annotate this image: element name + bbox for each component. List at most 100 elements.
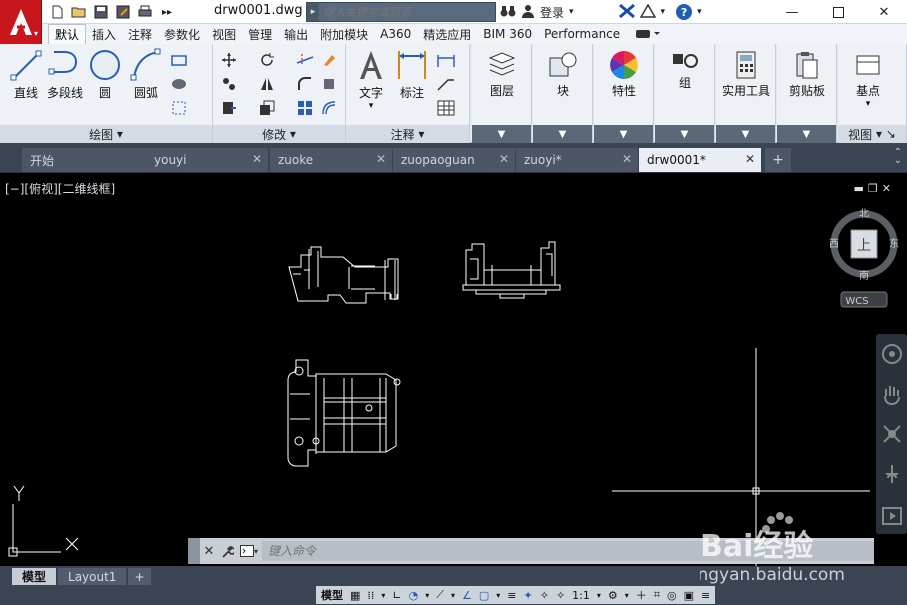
dropdown-icon[interactable]: ▾ (595, 587, 603, 603)
dimension-button[interactable]: 标注 (394, 48, 430, 101)
close-icon[interactable]: ✕ (200, 541, 218, 561)
line-button[interactable]: 直线 (8, 48, 44, 101)
new-file-icon[interactable] (48, 3, 66, 21)
rectangle-icon[interactable] (170, 50, 190, 70)
trim-icon[interactable] (295, 50, 315, 70)
orbit-icon[interactable] (880, 462, 904, 486)
annotation-scale[interactable]: 1:1 (570, 587, 592, 603)
application-menu-button[interactable]: ▾ (0, 0, 42, 44)
viewcube[interactable]: 上 北 南 东 西 WCS (829, 208, 899, 308)
dropdown-icon[interactable]: ▾ (697, 7, 702, 17)
layout-tab-layout1[interactable]: Layout1 (58, 568, 127, 585)
open-file-icon[interactable] (70, 3, 88, 21)
drawing-canvas[interactable]: [−][俯视][二维线框] ▬ ❐ ✕ 上 北 南 东 西 WCS ✕ ▾ 键入… (0, 174, 907, 566)
search-input[interactable] (319, 3, 495, 21)
file-tab-youyi[interactable]: youyi ✕ (146, 148, 268, 172)
close-icon[interactable]: ✕ (861, 0, 907, 24)
wcs-label[interactable]: WCS (845, 296, 868, 307)
ribbon-tab-performance[interactable]: Performance (538, 24, 626, 44)
close-icon[interactable]: ✕ (376, 152, 386, 166)
lineweight-icon[interactable]: ≡ (505, 587, 518, 603)
arc-button[interactable]: 圆弧 (128, 48, 164, 101)
move-icon[interactable] (219, 50, 239, 70)
tab-overflow-icon[interactable]: ⌃ ⌄ (894, 148, 902, 166)
utilities-button[interactable]: 实用工具 (720, 50, 772, 99)
leader-icon[interactable] (436, 74, 456, 94)
ribbon-tab-default[interactable]: 默认 (48, 24, 87, 44)
command-input[interactable] (262, 541, 874, 561)
circle-button[interactable]: 圆 (88, 48, 122, 101)
file-tab-zuoke[interactable]: zuoke ✕ (270, 148, 392, 172)
isodraft-icon[interactable]: ⟋ (434, 587, 446, 603)
polar-icon[interactable]: ◔ (407, 587, 421, 603)
ribbon-options-icon[interactable] (626, 24, 670, 44)
rotate-icon[interactable] (257, 50, 277, 70)
ribbon-tab-bim360[interactable]: BIM 360 (477, 24, 538, 44)
grid-icon[interactable]: ▦ (348, 587, 362, 603)
exchange-icon[interactable] (618, 3, 635, 21)
new-tab-button[interactable]: + (765, 148, 791, 172)
binoculars-icon[interactable] (500, 4, 516, 21)
steering-wheel-icon[interactable] (880, 342, 904, 366)
search-box[interactable]: ▸ (306, 2, 496, 22)
layers-expand-icon[interactable]: ▼ (472, 125, 531, 143)
view-panel-title[interactable]: 视图 ▾ ↘ (838, 125, 906, 143)
add-icon[interactable]: ＋ (634, 587, 649, 603)
help-icon[interactable]: ? (676, 4, 693, 20)
snap-icon[interactable]: ⁞⁞ (365, 587, 376, 603)
clipboard-button[interactable]: 剪贴板 (783, 50, 831, 99)
maximize-icon[interactable] (815, 0, 861, 24)
region-icon[interactable] (170, 98, 190, 118)
file-tab-drw0001[interactable]: drw0001* ✕ (639, 148, 761, 172)
table-icon[interactable] (436, 98, 456, 118)
file-tab-zuopaoguan[interactable]: zuopaoguan ✕ (393, 148, 515, 172)
close-icon[interactable]: ✕ (622, 152, 632, 166)
model-space-button[interactable]: 模型 (319, 587, 345, 603)
stretch-icon[interactable] (219, 98, 239, 118)
ribbon-tab-annotate[interactable]: 注释 (122, 24, 158, 44)
ribbon-tab-insert[interactable]: 插入 (86, 24, 122, 44)
ribbon-tab-addins[interactable]: 附加模块 (314, 24, 374, 44)
erase-icon[interactable] (319, 50, 339, 70)
isolate-objects-icon[interactable]: ⌗ (652, 587, 662, 603)
print-icon[interactable] (136, 3, 154, 21)
add-layout-button[interactable]: + (128, 568, 151, 585)
annotation-panel-title[interactable]: 注释 ▾ (346, 125, 469, 143)
close-icon[interactable]: ✕ (499, 152, 509, 166)
group-button[interactable]: 组 (667, 50, 703, 91)
utilities-expand-icon[interactable]: ▼ (716, 125, 775, 143)
customization-icon[interactable]: ≡ (699, 587, 712, 603)
clipboard-expand-icon[interactable]: ▼ (777, 125, 836, 143)
base-point-button[interactable]: 基点 ▾ (850, 52, 886, 109)
group-expand-icon[interactable]: ▼ (655, 125, 714, 143)
scale-icon[interactable] (257, 98, 277, 118)
showmotion-icon[interactable] (880, 504, 904, 528)
object-snap-icon[interactable]: ▢ (477, 587, 491, 603)
copy-icon[interactable] (219, 74, 239, 94)
text-button[interactable]: 文字 ▾ (354, 48, 388, 111)
ribbon-tab-a360[interactable]: A360 (374, 24, 417, 44)
zoom-extents-icon[interactable] (880, 422, 904, 446)
layout-tab-model[interactable]: 模型 (12, 568, 57, 585)
object-snap-tracking-icon[interactable]: ∠ (460, 587, 474, 603)
minimize-icon[interactable]: — (769, 0, 815, 24)
layers-button[interactable]: 图层 (484, 50, 520, 99)
ortho-icon[interactable]: ∟ (390, 587, 403, 603)
polyline-button[interactable]: 多段线 (46, 48, 84, 101)
ribbon-tab-view[interactable]: 视图 (206, 24, 242, 44)
login-link[interactable]: 登录 (540, 4, 564, 21)
annotation-visibility-icon[interactable]: ✧ (538, 587, 551, 603)
save-as-icon[interactable] (114, 3, 132, 21)
ribbon-tab-parametric[interactable]: 参数化 (158, 24, 206, 44)
hardware-acceleration-icon[interactable]: ◎ (665, 587, 679, 603)
dropdown-icon[interactable]: ▾ (569, 7, 574, 17)
close-icon[interactable]: ✕ (252, 152, 262, 166)
annotation-monitor-icon[interactable]: ✦ (522, 587, 535, 603)
block-expand-icon[interactable]: ▼ (533, 125, 592, 143)
dropdown-icon[interactable]: ▾ (379, 587, 387, 603)
draw-panel-title[interactable]: 绘图 ▾ (0, 125, 212, 143)
save-icon[interactable] (92, 3, 110, 21)
offset-icon[interactable] (319, 98, 339, 118)
search-expand-icon[interactable]: ▸ (307, 3, 319, 21)
workspace-gear-icon[interactable]: ⚙ (606, 587, 620, 603)
